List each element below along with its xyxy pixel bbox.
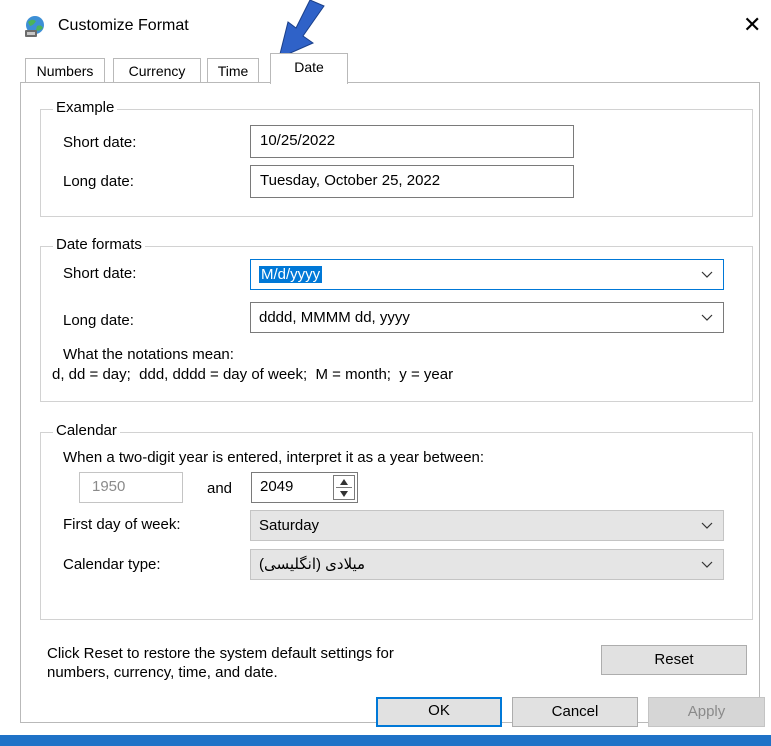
reset-text-line2: numbers, currency, time, and date. xyxy=(47,664,278,681)
example-long-label: Long date: xyxy=(63,173,134,190)
tab-numbers[interactable]: Numbers xyxy=(25,58,105,82)
example-short-value: 10/25/2022 xyxy=(250,125,574,158)
notations-title: What the notations mean: xyxy=(63,346,234,363)
chevron-down-icon[interactable] xyxy=(701,558,713,570)
example-legend: Example xyxy=(53,99,118,116)
and-label: and xyxy=(207,480,233,497)
close-icon[interactable]: ✕ xyxy=(743,12,761,38)
two-digit-year-text: When a two-digit year is entered, interp… xyxy=(63,449,485,466)
calendar-legend: Calendar xyxy=(53,422,120,439)
cancel-button[interactable]: Cancel xyxy=(512,697,638,727)
chevron-down-icon[interactable] xyxy=(701,519,713,531)
reset-button[interactable]: Reset xyxy=(601,645,747,675)
reset-text-line1: Click Reset to restore the system defaul… xyxy=(47,645,394,662)
long-date-format-value: dddd, MMMM dd, yyyy xyxy=(259,309,410,326)
date-formats-legend: Date formats xyxy=(53,236,145,253)
calendar-type-combo[interactable]: میلادی (انگلیسی) xyxy=(250,549,724,580)
tab-time[interactable]: Time xyxy=(207,58,259,82)
example-short-label: Short date: xyxy=(63,134,137,151)
first-day-combo[interactable]: Saturday xyxy=(250,510,724,541)
format-short-label: Short date: xyxy=(63,265,137,282)
notations-text: d, dd = day; ddd, dddd = day of week; M … xyxy=(52,366,454,383)
example-long-value: Tuesday, October 25, 2022 xyxy=(250,165,574,198)
calendar-type-label: Calendar type: xyxy=(63,556,161,573)
chevron-down-icon[interactable] xyxy=(701,311,713,323)
tab-currency[interactable]: Currency xyxy=(113,58,201,82)
taskbar-strip xyxy=(0,735,771,746)
tab-date[interactable]: Date xyxy=(270,53,348,84)
first-day-value: Saturday xyxy=(259,517,320,534)
calendar-type-value: میلادی (انگلیسی) xyxy=(259,556,366,573)
short-date-format-combo[interactable]: M/d/yyyy xyxy=(250,259,724,290)
spin-up-icon[interactable] xyxy=(339,478,349,486)
apply-button[interactable]: Apply xyxy=(648,697,765,727)
first-day-label: First day of week: xyxy=(63,516,181,533)
spin-down-icon[interactable] xyxy=(339,490,349,498)
year-spinner[interactable] xyxy=(333,475,355,500)
short-date-format-value[interactable]: M/d/yyyy xyxy=(259,266,323,283)
dialog-title: Customize Format xyxy=(58,17,189,34)
ok-button[interactable]: OK xyxy=(376,697,502,727)
from-year-field: 1950 xyxy=(79,472,183,503)
regional-settings-icon xyxy=(25,16,44,37)
chevron-down-icon[interactable] xyxy=(701,268,713,280)
long-date-format-combo[interactable]: dddd, MMMM dd, yyyy xyxy=(250,302,724,333)
format-long-label: Long date: xyxy=(63,312,134,329)
